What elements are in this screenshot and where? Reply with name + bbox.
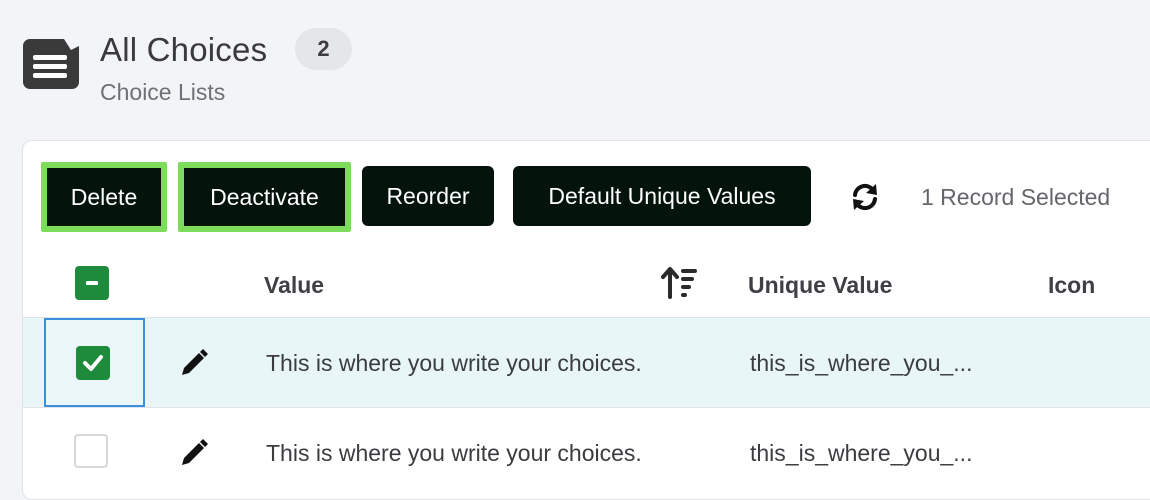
checkmark-icon <box>83 355 103 371</box>
choices-card: Delete Deactivate Reorder Default Unique… <box>22 140 1150 500</box>
table-header: Value Unique Value Icon <box>23 251 1150 317</box>
select-all-checkbox[interactable] <box>75 266 109 300</box>
list-document-icon <box>23 39 79 89</box>
toolbar: Delete Deactivate Reorder Default Unique… <box>23 141 1150 251</box>
column-header-icon[interactable]: Icon <box>1048 271 1095 299</box>
page-subtitle: Choice Lists <box>100 79 226 105</box>
default-unique-values-button[interactable]: Default Unique Values <box>513 166 811 226</box>
value-cell: This is where you write your choices. <box>266 350 642 376</box>
refresh-icon[interactable] <box>849 181 881 213</box>
row-select-cell[interactable] <box>44 408 145 497</box>
pencil-icon[interactable] <box>179 348 209 378</box>
page-header: All Choices 2 Choice Lists <box>0 0 1150 138</box>
minus-icon <box>86 281 98 285</box>
column-header-value[interactable]: Value <box>264 271 324 299</box>
row-checkbox[interactable] <box>74 434 108 468</box>
sort-icon[interactable] <box>661 265 701 301</box>
table-row[interactable]: This is where you write your choices. th… <box>23 407 1150 497</box>
reorder-button[interactable]: Reorder <box>362 166 494 226</box>
delete-button[interactable]: Delete <box>41 162 167 232</box>
column-header-unique-value[interactable]: Unique Value <box>748 271 892 299</box>
table-row[interactable]: This is where you write your choices. th… <box>23 317 1150 407</box>
page-title: All Choices <box>100 31 268 68</box>
row-select-cell[interactable] <box>44 318 145 407</box>
value-cell: This is where you write your choices. <box>266 440 642 466</box>
unique-value-cell: this_is_where_you_... <box>750 440 973 466</box>
unique-value-cell: this_is_where_you_... <box>750 350 973 376</box>
row-checkbox[interactable] <box>76 346 110 380</box>
selection-status: 1 Record Selected <box>921 184 1111 210</box>
deactivate-button[interactable]: Deactivate <box>178 162 351 232</box>
pencil-icon[interactable] <box>179 438 209 468</box>
count-badge: 2 <box>295 28 352 70</box>
